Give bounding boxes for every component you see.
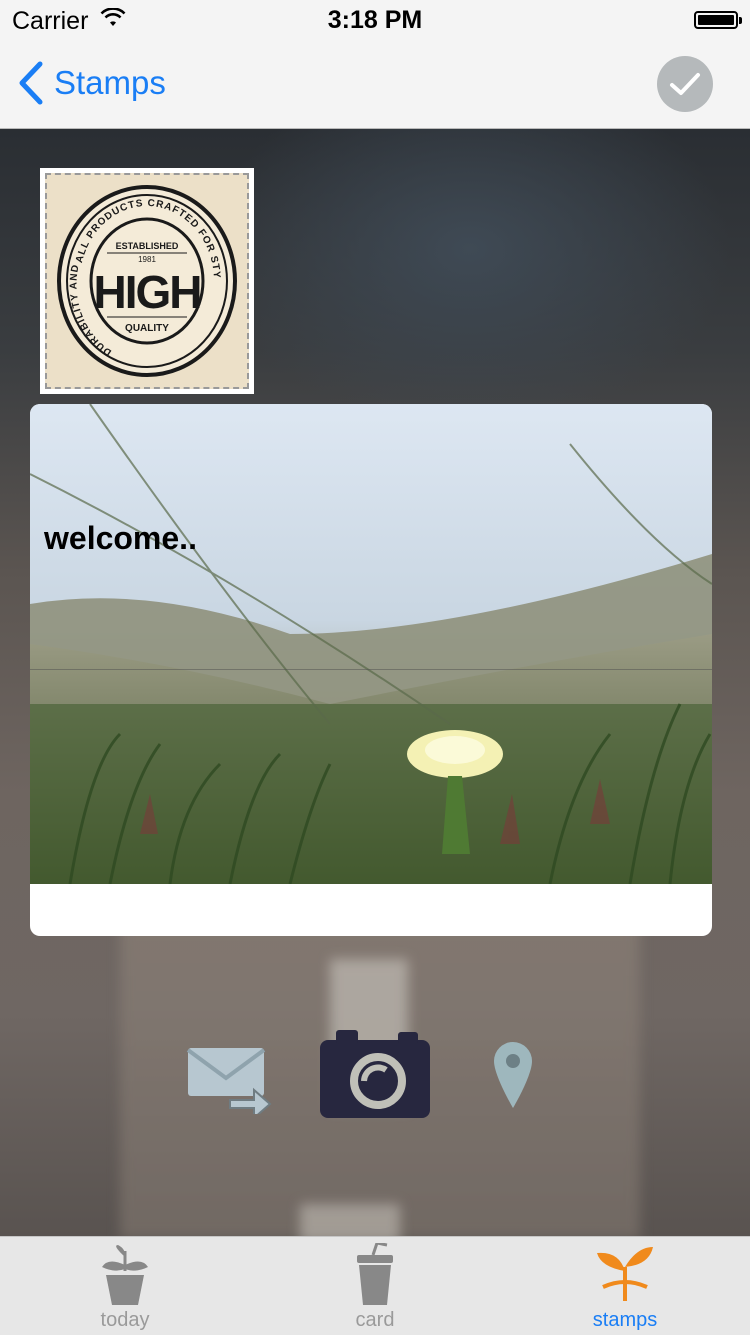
camera-icon[interactable]	[320, 1028, 430, 1118]
tab-stamps[interactable]: stamps	[500, 1237, 750, 1335]
stamp-image[interactable]: ALL PRODUCTS CRAFTED FOR STYLE AND QUALI…	[40, 168, 254, 394]
done-button[interactable]	[657, 56, 713, 112]
navigation-bar: Stamps	[0, 40, 750, 129]
postcard[interactable]: welcome..	[30, 404, 712, 936]
svg-text:QUALITY: QUALITY	[125, 323, 169, 334]
tab-bar: today card stamps	[0, 1236, 750, 1335]
back-label: Stamps	[54, 64, 166, 101]
clock: 3:18 PM	[327, 6, 423, 34]
card-message[interactable]: welcome..	[44, 520, 197, 557]
chevron-left-icon	[19, 61, 43, 105]
sprout-icon	[597, 1247, 653, 1301]
mail-forward-icon[interactable]	[186, 1044, 272, 1114]
back-button[interactable]: Stamps	[14, 58, 166, 108]
tab-label-today: today	[100, 1309, 150, 1331]
tab-card[interactable]: card	[250, 1237, 500, 1335]
svg-text:1981: 1981	[138, 255, 156, 264]
svg-text:ESTABLISHED: ESTABLISHED	[116, 241, 179, 251]
location-pin-icon[interactable]	[492, 1040, 534, 1110]
cup-icon	[357, 1243, 393, 1305]
svg-text:HIGH: HIGH	[94, 266, 201, 318]
card-divider	[30, 669, 712, 670]
checkmark-icon	[670, 73, 700, 95]
card-photo	[30, 404, 712, 884]
status-bar: Carrier 3:18 PM	[0, 0, 750, 40]
tab-today[interactable]: today	[0, 1237, 250, 1335]
battery-icon	[694, 11, 742, 29]
tab-label-card: card	[355, 1309, 395, 1331]
tab-label-stamps: stamps	[592, 1309, 658, 1331]
high-quality-seal: ALL PRODUCTS CRAFTED FOR STYLE AND QUALI…	[52, 181, 237, 377]
plant-pot-icon	[102, 1245, 148, 1305]
